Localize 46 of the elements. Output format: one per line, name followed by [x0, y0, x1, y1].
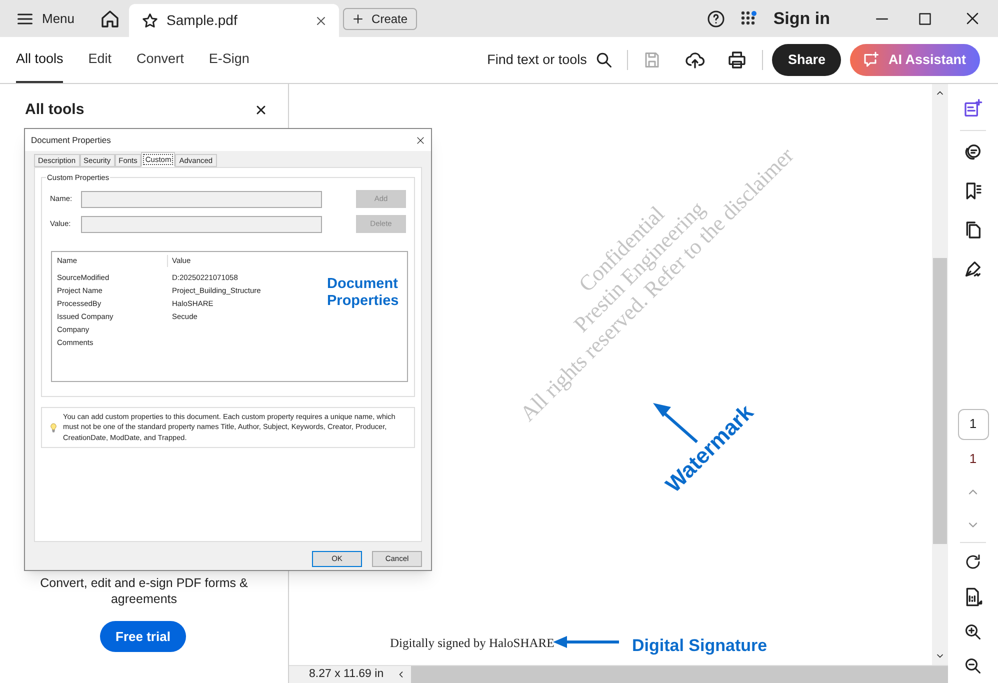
signature-text: Digitally signed by HaloSHARE — [390, 635, 554, 652]
panel-title: All tools — [25, 100, 84, 120]
create-button[interactable]: Create — [342, 8, 417, 30]
sign-in-button[interactable]: Sign in — [773, 6, 830, 32]
horizontal-scrollbar[interactable] — [391, 666, 948, 683]
close-icon[interactable] — [965, 11, 980, 26]
find-tools-button[interactable]: Find text or tools — [487, 50, 613, 70]
close-icon[interactable] — [255, 104, 267, 116]
ai-edit-icon[interactable] — [963, 99, 983, 119]
toolbar-tab[interactable]: All tools — [16, 37, 64, 83]
plus-icon — [352, 12, 364, 24]
page-count-text: 1 — [969, 450, 977, 468]
menu-button[interactable]: Menu — [0, 0, 87, 37]
ai-chat-icon — [862, 51, 880, 69]
toolbar-tab[interactable]: Edit — [88, 37, 112, 83]
toolbar-tab[interactable]: Convert — [136, 37, 184, 83]
vertical-scrollbar[interactable] — [932, 84, 948, 665]
ai-assistant-button[interactable]: AI Assistant — [850, 44, 980, 76]
annotation-arrow — [553, 636, 621, 648]
free-trial-button[interactable]: Free trial — [100, 621, 186, 652]
comment-icon[interactable] — [963, 142, 983, 162]
share-button[interactable]: Share — [772, 44, 842, 76]
apps-icon[interactable] — [741, 10, 758, 26]
zoom-out-icon[interactable] — [964, 657, 982, 675]
scrollbar-thumb[interactable] — [933, 258, 947, 544]
rotate-icon[interactable] — [964, 553, 982, 571]
maximize-icon[interactable] — [918, 12, 932, 26]
home-icon — [100, 8, 120, 28]
tab-title: Sample.pdf — [166, 11, 238, 30]
zoom-in-icon[interactable] — [964, 623, 982, 641]
pen-sign-icon[interactable] — [963, 259, 983, 279]
page-number-field[interactable]: 1 — [958, 408, 988, 440]
promo-text: Convert, edit and e-sign PDF forms & agreements — [39, 575, 249, 607]
page-size-text: 8.27 x 11.69 in — [289, 666, 391, 683]
close-icon[interactable] — [314, 14, 327, 26]
star-icon[interactable] — [140, 12, 159, 30]
help-icon[interactable] — [707, 10, 726, 28]
annotation-label: Document Properties — [327, 276, 400, 310]
document-tab[interactable]: Sample.pdf — [128, 4, 339, 37]
search-icon — [594, 51, 613, 69]
dialog-title: Document Properties — [31, 134, 111, 146]
close-icon[interactable] — [416, 136, 425, 144]
annotation-label: Digital Signature — [632, 635, 768, 657]
toolbar-tab[interactable]: E-Sign — [208, 37, 250, 83]
print-icon[interactable] — [726, 50, 747, 70]
cloud-upload-icon[interactable] — [684, 50, 705, 70]
